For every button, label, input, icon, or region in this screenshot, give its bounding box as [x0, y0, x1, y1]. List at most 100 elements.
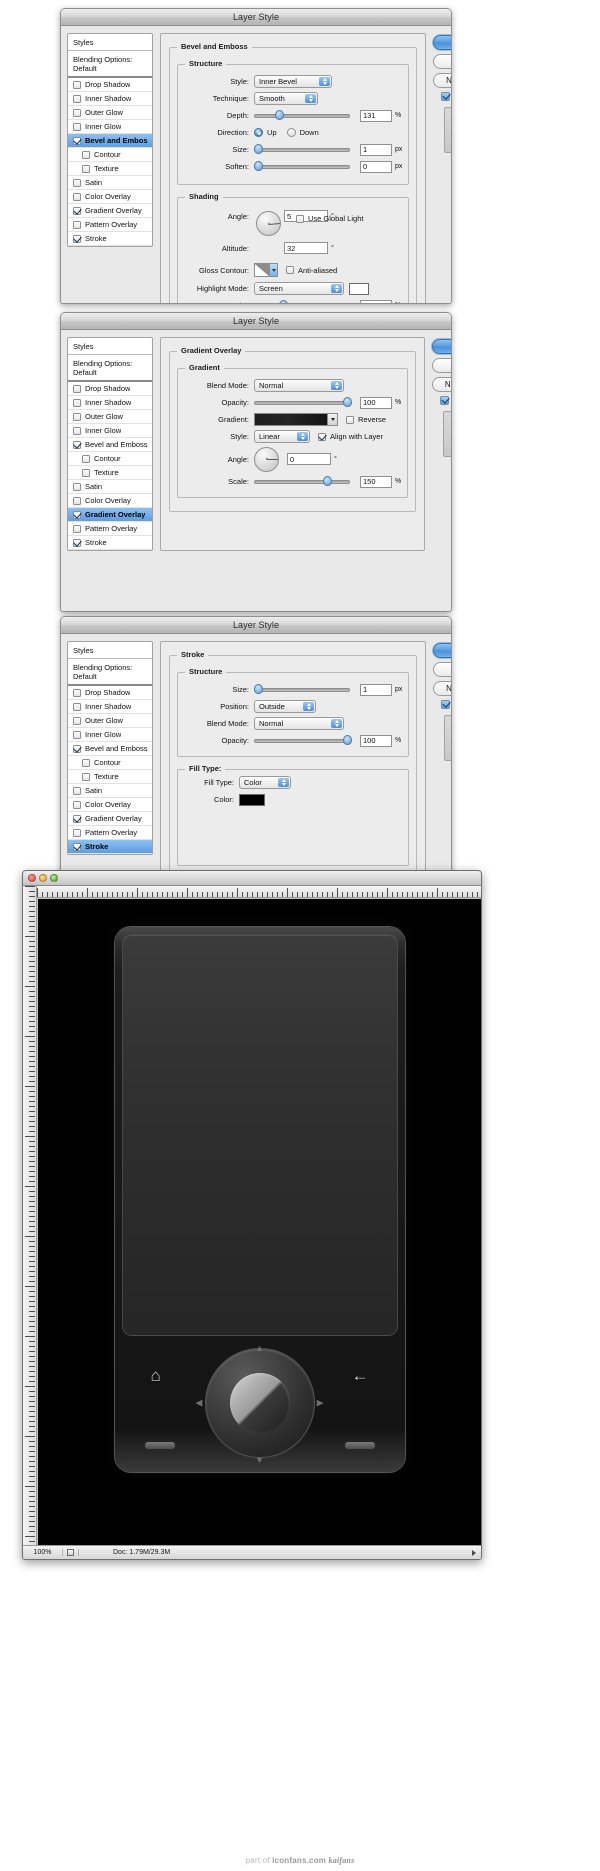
document-titlebar[interactable] [23, 871, 481, 886]
style-row-drop-shadow[interactable]: Drop Shadow [68, 382, 152, 396]
outer-glow-checkbox[interactable] [73, 412, 81, 421]
size-slider[interactable] [254, 683, 350, 696]
style-row-texture[interactable]: Texture [68, 770, 152, 784]
opacity-slider[interactable] [254, 734, 353, 747]
blend-mode-select[interactable]: Normal [254, 379, 344, 392]
cancel-button[interactable]: Cancel [432, 358, 451, 373]
chevron-updown-icon[interactable] [278, 778, 289, 787]
satin-checkbox[interactable] [73, 178, 81, 187]
style-row-drop-shadow[interactable]: Drop Shadow [68, 78, 152, 92]
highlight-opacity-slider[interactable] [254, 299, 350, 303]
satin-checkbox[interactable] [73, 482, 81, 491]
satin-checkbox[interactable] [73, 786, 81, 795]
style-row-gradient-overlay[interactable]: Gradient Overlay [68, 204, 152, 218]
window-controls[interactable] [28, 874, 58, 882]
align-with-layer-row[interactable]: Align with Layer [318, 432, 383, 441]
style-row-satin[interactable]: Satin [68, 784, 152, 798]
size-input[interactable]: 1 [360, 683, 392, 696]
drop-shadow-checkbox[interactable] [73, 384, 81, 393]
style-row-outer-glow[interactable]: Outer Glow [68, 714, 152, 728]
size-slider[interactable] [254, 143, 350, 156]
layer-style-dialog-gradient-overlay[interactable]: Layer Style Styles Blending Options: Def… [60, 312, 452, 612]
style-row-outer-glow[interactable]: Outer Glow [68, 410, 152, 424]
align-with-layer-checkbox[interactable] [318, 432, 326, 441]
styles-list[interactable]: Styles Blending Options: Default Drop Sh… [67, 641, 153, 855]
close-icon[interactable] [28, 874, 36, 882]
opacity-input[interactable]: 100 [360, 396, 392, 409]
slider-knob[interactable] [343, 734, 353, 745]
style-select[interactable]: Linear [254, 430, 310, 443]
zoom-icon[interactable] [50, 874, 58, 882]
style-row-pattern-overlay[interactable]: Pattern Overlay [68, 522, 152, 536]
chevron-updown-icon[interactable] [297, 432, 308, 441]
inner-shadow-checkbox[interactable] [73, 94, 81, 103]
stroke-checkbox[interactable] [73, 234, 81, 243]
soften-slider[interactable] [254, 160, 350, 173]
highlight-opacity-input[interactable]: 26 [360, 299, 392, 303]
reverse-row[interactable]: Reverse [346, 415, 386, 424]
size-input[interactable]: 1 [360, 143, 392, 156]
bevel-and-emboss-checkbox[interactable] [73, 136, 81, 145]
blend-mode-select[interactable]: Normal [254, 717, 344, 730]
styles-list[interactable]: Styles Blending Options: Default Drop Sh… [67, 33, 153, 247]
minimize-icon[interactable] [39, 874, 47, 882]
depth-input[interactable]: 131 [360, 109, 392, 122]
style-row-texture[interactable]: Texture [68, 162, 152, 176]
ok-button[interactable]: OK [433, 35, 451, 50]
outer-glow-checkbox[interactable] [73, 108, 81, 117]
gradient-overlay-checkbox[interactable] [73, 510, 81, 519]
canvas[interactable]: ⌂ ← ▲ ▼ ◀ ▶ [38, 899, 481, 1545]
new-style-button[interactable]: New Style... [433, 681, 451, 696]
zoom-level[interactable]: 100% [23, 1549, 63, 1556]
gloss-contour-swatch[interactable] [254, 263, 278, 277]
opacity-slider[interactable] [254, 396, 353, 409]
drop-shadow-checkbox[interactable] [73, 80, 81, 89]
stroke-checkbox[interactable] [73, 538, 81, 547]
new-style-button[interactable]: New Style... [433, 73, 451, 88]
style-row-color-overlay[interactable]: Color Overlay [68, 494, 152, 508]
direction-up-radio[interactable] [254, 128, 263, 137]
use-global-light-checkbox[interactable] [296, 214, 304, 223]
color-overlay-checkbox[interactable] [73, 496, 81, 505]
highlight-mode-select[interactable]: Screen [254, 282, 344, 295]
styles-list[interactable]: Styles Blending Options: Default Drop Sh… [67, 337, 153, 551]
direction-down-radio[interactable] [286, 128, 296, 137]
stroke-color-swatch[interactable] [239, 793, 265, 806]
style-row-bevel-and-emboss[interactable]: Bevel and Emboss [68, 742, 152, 756]
gradient-overlay-checkbox[interactable] [73, 206, 81, 215]
inner-glow-checkbox[interactable] [73, 730, 81, 739]
blending-options-row[interactable]: Blending Options: Default [68, 659, 152, 686]
style-row-outer-glow[interactable]: Outer Glow [68, 106, 152, 120]
anti-aliased-checkbox[interactable] [286, 266, 294, 274]
color-overlay-checkbox[interactable] [73, 800, 81, 809]
stroke-checkbox[interactable] [73, 842, 81, 851]
chevron-updown-icon[interactable] [319, 77, 330, 86]
texture-checkbox[interactable] [82, 772, 90, 781]
inner-shadow-checkbox[interactable] [73, 702, 81, 711]
highlight-color-swatch[interactable] [349, 282, 369, 295]
preview-row[interactable]: Preview [433, 700, 451, 709]
style-row-color-overlay[interactable]: Color Overlay [68, 190, 152, 204]
pattern-overlay-checkbox[interactable] [73, 220, 81, 229]
style-row-inner-shadow[interactable]: Inner Shadow [68, 92, 152, 106]
contour-picker-icon[interactable] [269, 264, 277, 276]
contour-checkbox[interactable] [82, 150, 90, 159]
style-row-gradient-overlay[interactable]: Gradient Overlay [68, 508, 152, 522]
cancel-button[interactable]: Cancel [433, 662, 451, 677]
pattern-overlay-checkbox[interactable] [73, 524, 81, 533]
anti-aliased-row[interactable]: Anti-aliased [286, 266, 337, 275]
style-row-texture[interactable]: Texture [68, 466, 152, 480]
style-row-gradient-overlay[interactable]: Gradient Overlay [68, 812, 152, 826]
photoshop-document-window[interactable]: ⌂ ← ▲ ▼ ◀ ▶ 100% Doc: 1.79M/29.3M [22, 870, 482, 1560]
style-row-inner-glow[interactable]: Inner Glow [68, 424, 152, 438]
chevron-updown-icon[interactable] [331, 381, 342, 390]
style-row-stroke[interactable]: Stroke [68, 232, 152, 246]
technique-select[interactable]: Smooth [254, 92, 318, 105]
style-row-satin[interactable]: Satin [68, 480, 152, 494]
blending-options-row[interactable]: Blending Options: Default [68, 355, 152, 382]
gradient-overlay-checkbox[interactable] [73, 814, 81, 823]
texture-checkbox[interactable] [82, 164, 90, 173]
style-row-contour[interactable]: Contour [68, 756, 152, 770]
reverse-checkbox[interactable] [346, 415, 354, 424]
layer-style-dialog-bevel-emboss[interactable]: Layer Style Styles Blending Options: Def… [60, 8, 452, 304]
